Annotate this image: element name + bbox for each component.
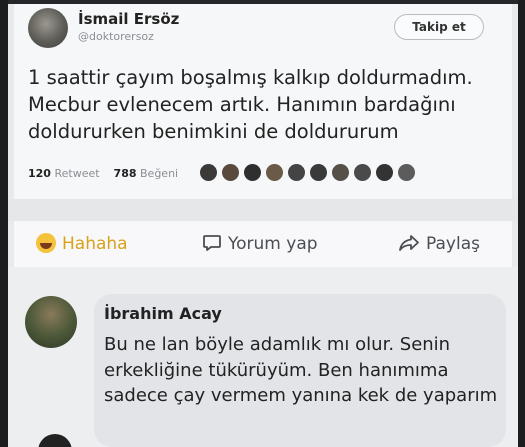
liker-avatar[interactable] [310,164,327,181]
liker-avatar[interactable] [266,164,283,181]
tweet-card: İsmail Ersöz @doktorersoz Takip et 1 saa… [14,4,512,199]
haha-emoji-icon [36,233,56,253]
share-button[interactable]: Paylaş [398,233,480,258]
screen-frame-right [518,0,525,447]
share-label: Paylaş [426,234,480,254]
tweet-author-name[interactable]: İsmail Ersöz [78,10,179,28]
comment-text: Bu ne lan böyle adamlık mı olur. Senin e… [104,334,498,406]
liker-avatar[interactable] [222,164,239,181]
retweet-label: Retweet [54,167,100,180]
liker-avatars [200,164,420,184]
comment-button[interactable]: Yorum yap [202,233,318,258]
tweet-author-handle[interactable]: @doktorersoz [78,30,154,43]
follow-button[interactable]: Takip et [394,14,484,40]
haha-reaction-button[interactable]: Hahaha [36,233,128,254]
comment-icon [202,233,222,258]
tweet-stats: 120 Retweet 788 Beğeni [28,167,178,180]
reaction-label: Hahaha [62,234,128,254]
divider [8,199,518,221]
retweet-count[interactable]: 120 [28,167,51,180]
liker-avatar[interactable] [244,164,261,181]
tweet-text: 1 saattir çayım boşalmış kalkıp doldurma… [28,66,473,143]
liker-avatar[interactable] [332,164,349,181]
liker-avatar[interactable] [354,164,371,181]
liker-avatar[interactable] [288,164,305,181]
liker-avatar[interactable] [200,164,217,181]
comment-label: Yorum yap [228,234,318,254]
commenter-avatar[interactable] [25,296,77,348]
post-action-bar: Hahaha Yorum yap Paylaş [14,221,512,267]
screen-frame-left [0,0,8,447]
like-count[interactable]: 788 [114,167,137,180]
tweet-author-avatar[interactable] [28,8,68,48]
liker-avatar[interactable] [398,164,415,181]
commenter-name[interactable]: İbrahim Acay [104,304,222,323]
like-label: Beğeni [140,167,179,180]
liker-avatar[interactable] [376,164,393,181]
share-icon [398,233,420,258]
